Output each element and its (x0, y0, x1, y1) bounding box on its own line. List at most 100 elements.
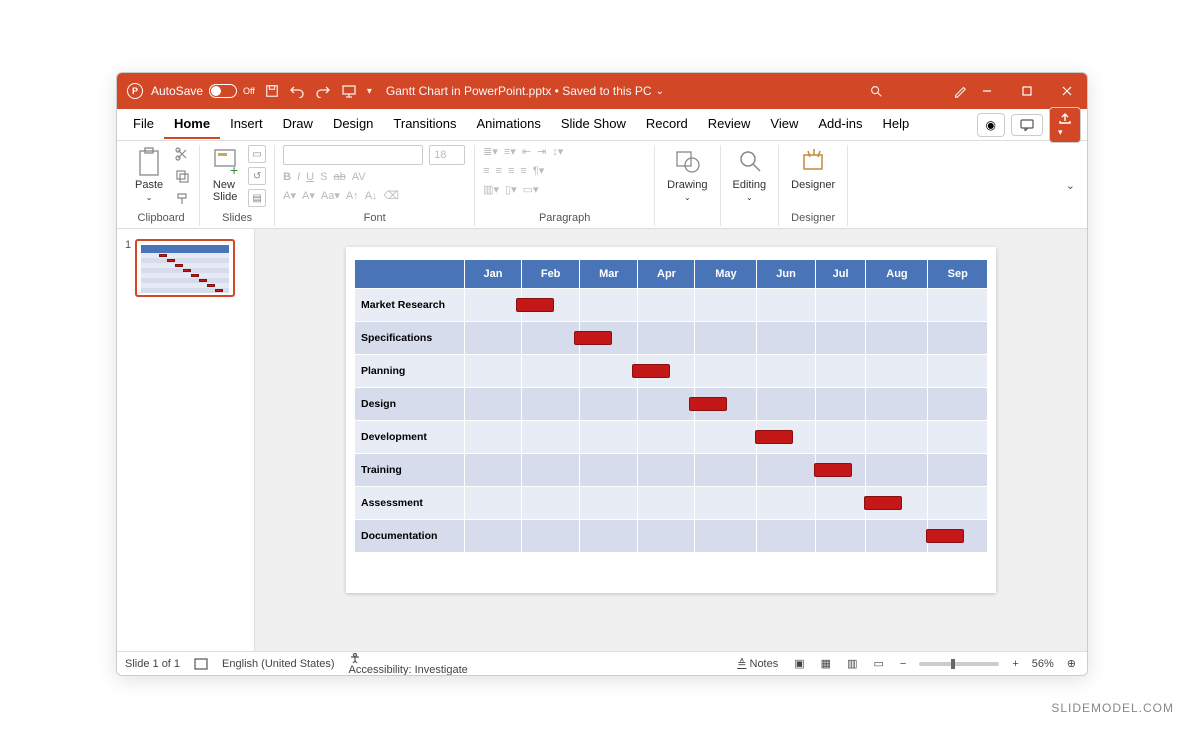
language-status[interactable]: English (United States) (222, 658, 335, 670)
gantt-cell[interactable] (580, 388, 638, 421)
search-icon[interactable] (869, 84, 883, 98)
slide-thumbnail-1[interactable] (135, 239, 235, 297)
shadow-button[interactable]: S (320, 171, 327, 183)
align-left-icon[interactable]: ≡ (483, 165, 489, 177)
highlight-button[interactable]: A▾ (302, 189, 315, 202)
save-icon[interactable] (265, 84, 279, 98)
strike-button[interactable]: ab (333, 171, 345, 183)
tab-design[interactable]: Design (323, 110, 383, 139)
gantt-cell[interactable] (522, 421, 580, 454)
gantt-row[interactable]: Planning (355, 355, 988, 388)
gantt-cell[interactable] (695, 322, 757, 355)
normal-view-icon[interactable]: ▣ (791, 657, 807, 670)
gantt-cell[interactable] (580, 421, 638, 454)
gantt-cell[interactable] (695, 487, 757, 520)
gantt-cell[interactable] (638, 355, 695, 388)
document-title[interactable]: Gantt Chart in PowerPoint.pptx • Saved t… (386, 84, 652, 98)
gantt-row[interactable]: Training (355, 454, 988, 487)
gantt-cell[interactable] (815, 355, 866, 388)
underline-button[interactable]: U (306, 171, 314, 183)
tab-animations[interactable]: Animations (467, 110, 551, 139)
gantt-cell[interactable] (638, 487, 695, 520)
new-slide-button[interactable]: + New Slide (208, 145, 242, 205)
slide-canvas[interactable]: JanFebMarAprMayJunJulAugSep Market Resea… (255, 229, 1087, 651)
cut-icon[interactable] (173, 145, 191, 163)
slideshow-view-icon[interactable]: ▭ (870, 657, 886, 670)
tab-insert[interactable]: Insert (220, 110, 273, 139)
gantt-cell[interactable] (866, 520, 928, 553)
case-button[interactable]: Aa▾ (321, 189, 340, 202)
gantt-cell[interactable] (695, 388, 757, 421)
gantt-row[interactable]: Development (355, 421, 988, 454)
sorter-view-icon[interactable]: ▦ (818, 657, 834, 670)
gantt-cell[interactable] (757, 421, 815, 454)
gantt-cell[interactable] (695, 520, 757, 553)
gantt-cell[interactable] (866, 322, 928, 355)
gantt-chart[interactable]: JanFebMarAprMayJunJulAugSep Market Resea… (354, 259, 988, 553)
reset-icon[interactable]: ↺ (248, 167, 266, 185)
italic-button[interactable]: I (297, 171, 300, 183)
gantt-cell[interactable] (465, 322, 522, 355)
format-painter-icon[interactable] (173, 189, 191, 207)
section-icon[interactable]: ▤ (248, 189, 266, 207)
gantt-cell[interactable] (695, 421, 757, 454)
gantt-cell[interactable] (638, 289, 695, 322)
gantt-cell[interactable] (465, 388, 522, 421)
gantt-cell[interactable] (522, 355, 580, 388)
gantt-cell[interactable] (580, 454, 638, 487)
gantt-cell[interactable] (522, 520, 580, 553)
tab-slide-show[interactable]: Slide Show (551, 110, 636, 139)
gantt-cell[interactable] (815, 289, 866, 322)
gantt-cell[interactable] (815, 487, 866, 520)
tab-help[interactable]: Help (872, 110, 919, 139)
gantt-cell[interactable] (757, 289, 815, 322)
gantt-cell[interactable] (928, 322, 988, 355)
comment-pill[interactable] (1011, 114, 1043, 136)
gantt-cell[interactable] (928, 454, 988, 487)
smartart-icon[interactable]: ▭▾ (523, 183, 539, 196)
tab-home[interactable]: Home (164, 110, 220, 139)
record-pill[interactable]: ◉ (977, 113, 1005, 137)
pen-icon[interactable] (953, 84, 967, 98)
copy-icon[interactable] (173, 167, 191, 185)
justify-icon[interactable]: ≡ (520, 165, 526, 177)
indent-inc-icon[interactable]: ⇥ (537, 145, 546, 158)
gantt-cell[interactable] (522, 289, 580, 322)
gantt-cell[interactable] (638, 520, 695, 553)
zoom-out-button[interactable]: − (897, 658, 909, 670)
gantt-cell[interactable] (522, 322, 580, 355)
font-name-input[interactable] (283, 145, 423, 165)
bold-button[interactable]: B (283, 171, 291, 183)
gantt-cell[interactable] (866, 355, 928, 388)
gantt-cell[interactable] (757, 520, 815, 553)
editing-button[interactable]: Editing⌄ (729, 145, 771, 204)
gantt-cell[interactable] (580, 355, 638, 388)
gantt-cell[interactable] (465, 289, 522, 322)
font-size-input[interactable]: 18 (429, 145, 465, 165)
spellcheck-icon[interactable] (194, 658, 208, 670)
gantt-bar[interactable] (574, 331, 612, 345)
layout-icon[interactable]: ▭ (248, 145, 266, 163)
present-icon[interactable] (341, 84, 357, 98)
close-button[interactable] (1047, 73, 1087, 109)
clear-format-button[interactable]: ⌫ (384, 189, 400, 202)
more-icon[interactable]: ▾ (367, 86, 372, 97)
slide[interactable]: JanFebMarAprMayJunJulAugSep Market Resea… (346, 247, 996, 593)
paste-button[interactable]: Paste ⌄ (131, 145, 167, 204)
gantt-row[interactable]: Assessment (355, 487, 988, 520)
gantt-cell[interactable] (815, 454, 866, 487)
gantt-row[interactable]: Specifications (355, 322, 988, 355)
gantt-bar[interactable] (814, 463, 852, 477)
tab-record[interactable]: Record (636, 110, 698, 139)
spacing-button[interactable]: AV (352, 171, 366, 183)
gantt-cell[interactable] (757, 487, 815, 520)
gantt-cell[interactable] (928, 289, 988, 322)
gantt-cell[interactable] (580, 520, 638, 553)
gantt-row[interactable]: Market Research (355, 289, 988, 322)
gantt-cell[interactable] (757, 322, 815, 355)
collapse-ribbon-icon[interactable]: ⌄ (1060, 173, 1081, 198)
drawing-button[interactable]: Drawing⌄ (663, 145, 711, 204)
tab-file[interactable]: File (123, 110, 164, 139)
accessibility-status[interactable]: Accessibility: Investigate (349, 652, 468, 676)
undo-icon[interactable] (289, 84, 305, 98)
